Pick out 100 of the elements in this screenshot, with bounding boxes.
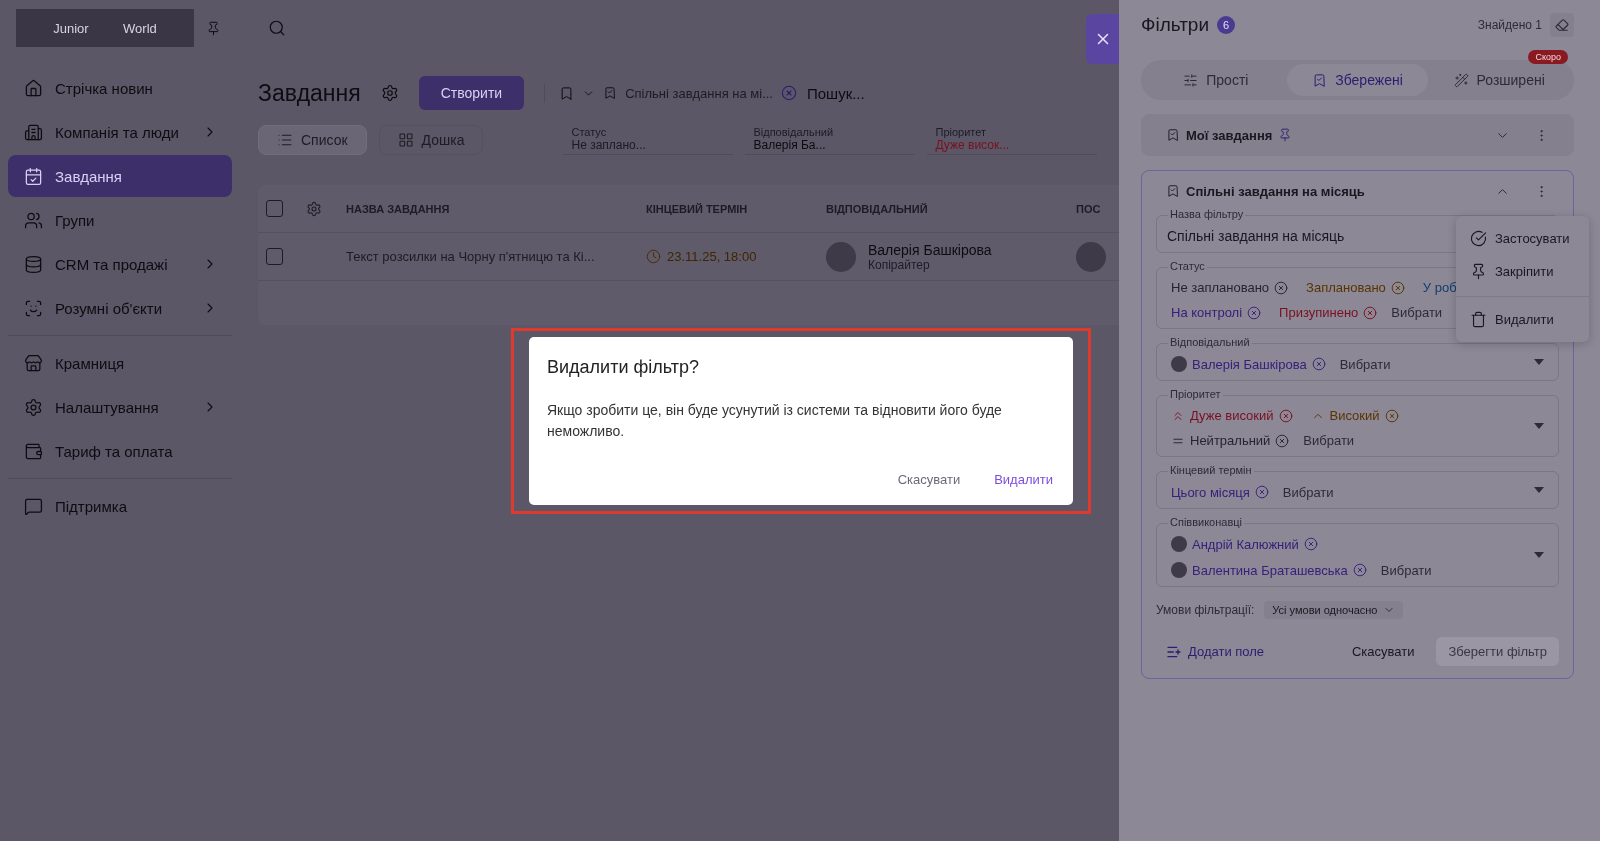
nav-item[interactable]: Налаштування: [8, 386, 232, 428]
tab[interactable]: Збережені: [1286, 64, 1429, 96]
dialog-title: Видалити фільтр?: [547, 357, 700, 378]
filter-dropdown[interactable]: Пріоритет Дуже висок...: [927, 124, 1098, 155]
view-tab[interactable]: Дошка: [378, 124, 484, 155]
wallet-icon: [24, 441, 43, 461]
store-icon: [24, 353, 43, 373]
remove-icon: [1384, 408, 1399, 423]
pin-icon: [206, 20, 221, 36]
conditions-label: Умови фільтрації:: [1156, 603, 1255, 617]
remove-icon: [1254, 485, 1269, 499]
selected-value: Валентина Браташевська: [1167, 560, 1371, 580]
avatar: [826, 241, 856, 272]
deadline: 23.11.25, 18:00: [667, 249, 757, 264]
saved-filter-name[interactable]: Спільні завдання на мі...: [625, 85, 773, 101]
column-header: ПОС: [1076, 202, 1102, 215]
nav-item[interactable]: Завдання: [8, 155, 232, 197]
remove-icon: [1311, 357, 1326, 371]
field-label: Назва фільтру: [1168, 208, 1246, 221]
filter-dropdown[interactable]: Відповідальний Валерія Ба...: [745, 124, 916, 155]
logo: Junior World: [16, 9, 194, 47]
clear-icon: [780, 85, 797, 101]
search-field[interactable]: Пошук...: [804, 83, 955, 103]
field-label: Кінцевий термін: [1168, 464, 1254, 477]
clock-icon: [646, 249, 661, 264]
page-title: Завдання: [258, 79, 361, 107]
selected-value: Андрій Калюжний: [1167, 534, 1322, 554]
bookmark-icon: [1166, 184, 1180, 198]
pin-icon: [1278, 128, 1293, 142]
trash-icon: [1470, 311, 1487, 328]
scan-icon: [24, 298, 43, 318]
clear-button[interactable]: [1550, 13, 1574, 37]
nav-item[interactable]: Підтримка: [8, 485, 232, 527]
remove-icon: [1275, 433, 1290, 448]
saved-filter-name[interactable]: Спільні завдання на місяць: [1186, 183, 1365, 199]
selected-value: Високий: [1306, 406, 1403, 425]
building-icon: [24, 122, 43, 142]
sliders-icon: [1183, 72, 1199, 88]
conditions-select[interactable]: Усі умови одночасно: [1264, 601, 1404, 619]
avatar: [1171, 536, 1187, 552]
nav-item[interactable]: Тариф та оплата: [8, 430, 232, 472]
create-button[interactable]: Створити: [418, 76, 525, 110]
search-icon: [268, 19, 286, 37]
field-label: Пріоритет: [1168, 388, 1223, 401]
tab[interactable]: Розширені: [1428, 64, 1570, 96]
field-label: Співвиконавці: [1168, 516, 1244, 529]
nav-item[interactable]: CRM та продажі: [8, 243, 232, 285]
count-badge: 6: [1217, 16, 1236, 34]
remove-icon: [1278, 408, 1293, 423]
bookmark-icon: [559, 85, 575, 101]
eraser-icon: [1555, 18, 1569, 32]
nav-item[interactable]: Стрічка новин: [8, 67, 232, 109]
settings-icon: [306, 200, 322, 217]
dialog-text: Якщо зробити це, він буде усунутий із системи та відновити його буде неможливо.: [547, 401, 1003, 441]
remove-icon: [1247, 305, 1262, 320]
wand-icon: [1453, 72, 1469, 88]
column-header: ВІДПОВІДАЛЬНИЙ: [826, 202, 929, 215]
avatar: [1171, 562, 1187, 578]
add-field-button[interactable]: Додати поле: [1166, 643, 1265, 660]
panel-title: Фільтри: [1141, 14, 1210, 36]
assignee-name: Валерія Башкірова: [868, 241, 992, 258]
delete-button[interactable]: Видалити: [994, 468, 1053, 491]
selected-value: Нейтральний: [1167, 431, 1294, 450]
found-count: Знайдено 1: [1477, 18, 1542, 32]
view-tab[interactable]: Список: [258, 124, 367, 155]
field-label: Статус: [1168, 260, 1207, 273]
column-header: КІНЦЕВИЙ ТЕРМІН: [646, 202, 749, 215]
selected-value: Цього місяця: [1167, 482, 1273, 502]
bookmark-icon: [1166, 128, 1180, 142]
nav-item[interactable]: Розумні об'єкти: [8, 287, 232, 329]
home-icon: [24, 78, 43, 98]
filter-dropdown[interactable]: Статус Не заплано...: [563, 124, 734, 155]
chat-icon: [24, 496, 43, 516]
task-title[interactable]: Текст розсилки на Чорну п'ятницю та Кі...: [346, 249, 646, 264]
pin-icon: [1470, 263, 1487, 280]
cancel-button[interactable]: Скасувати: [897, 468, 961, 491]
settings-icon: [380, 84, 399, 102]
remove-icon: [1303, 537, 1318, 551]
selected-value: Дуже високий: [1167, 406, 1297, 425]
cancel-button[interactable]: Скасувати: [1345, 643, 1421, 660]
nav-item[interactable]: Групи: [8, 199, 232, 241]
calendar-icon: [24, 166, 43, 186]
column-header: НАЗВА ЗАВДАННЯ: [346, 202, 451, 215]
avatar: [1076, 241, 1106, 272]
nav-item[interactable]: Компанія та люди: [8, 111, 232, 153]
tab[interactable]: Прості: [1145, 64, 1287, 96]
users-icon: [24, 210, 43, 230]
remove-icon: [1274, 280, 1289, 295]
selected-value: Призупинено: [1275, 303, 1382, 322]
nav-item[interactable]: Крамниця: [8, 342, 232, 384]
caret-icon: [1534, 487, 1544, 493]
selected-value: На контролі: [1167, 303, 1266, 322]
database-icon: [24, 254, 43, 274]
remove-icon: [1352, 563, 1367, 577]
close-button[interactable]: [1086, 14, 1119, 64]
checkbox[interactable]: [266, 200, 283, 217]
saved-filter-name[interactable]: Мої завдання: [1186, 127, 1273, 143]
selected-value: Валерія Башкірова: [1167, 354, 1330, 374]
bookmark-icon: [603, 86, 618, 100]
checkbox[interactable]: [266, 248, 283, 265]
